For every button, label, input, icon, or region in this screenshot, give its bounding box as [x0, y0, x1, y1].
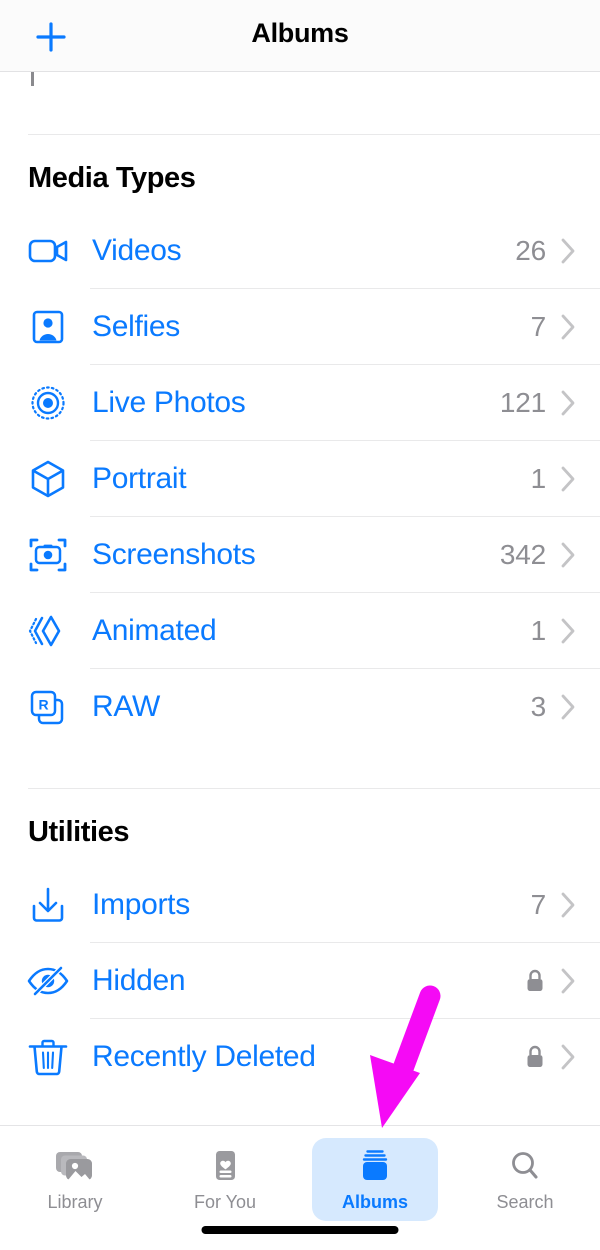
live-photo-icon — [24, 379, 72, 427]
row-accessory: 26 — [515, 235, 600, 267]
tab-inner: Search — [466, 1138, 583, 1221]
row-count: 26 — [515, 234, 546, 266]
chevron-right-icon — [560, 464, 578, 494]
raw-badge-icon: R — [24, 683, 72, 731]
cube-icon — [24, 455, 72, 503]
row-count: 7 — [530, 310, 547, 342]
animated-frames-icon — [24, 607, 72, 655]
row-accessory — [524, 966, 600, 996]
person-portrait-icon — [24, 303, 72, 351]
chevron-right-icon — [560, 540, 578, 570]
row-label: RAW — [92, 689, 160, 723]
row-count: 121 — [499, 386, 546, 418]
chevron-right-icon — [560, 236, 578, 266]
trash-icon — [24, 1033, 72, 1081]
row-animated[interactable]: Animated 1 — [0, 593, 600, 668]
row-count: 7 — [530, 888, 547, 920]
section-header-utilities: Utilities — [28, 816, 130, 848]
chevron-right-icon — [560, 616, 578, 646]
tab-inner: Albums — [311, 1138, 438, 1221]
row-accessory: 1 — [531, 463, 600, 495]
partial-text-remnant — [31, 72, 34, 86]
photo-stack-icon — [54, 1146, 96, 1186]
row-accessory — [524, 1042, 600, 1072]
row-selfies[interactable]: Selfies 7 — [0, 289, 600, 364]
chevron-right-icon — [560, 312, 578, 342]
row-count: 342 — [499, 538, 546, 570]
row-count: 1 — [530, 462, 547, 494]
screenshot-camera-icon — [24, 531, 72, 579]
row-videos[interactable]: Videos 26 — [0, 213, 600, 288]
tab-bar: Library For You Albums Search — [0, 1125, 600, 1250]
page-title: Albums — [251, 18, 349, 48]
row-label: Animated — [92, 613, 217, 647]
tab-label: Library — [47, 1192, 103, 1212]
row-accessory: 7 — [531, 889, 600, 921]
tab-for-you[interactable]: For You — [150, 1126, 300, 1221]
row-label: Videos — [92, 233, 182, 267]
row-screenshots[interactable]: Screenshots 342 — [0, 517, 600, 592]
partial-scrolled-row — [0, 72, 600, 134]
row-label: Screenshots — [92, 537, 256, 571]
tab-albums[interactable]: Albums — [300, 1126, 450, 1221]
row-accessory: 1 — [531, 615, 600, 647]
row-hidden[interactable]: Hidden — [0, 943, 600, 1018]
tab-label: For You — [193, 1192, 257, 1212]
row-count: 3 — [530, 690, 547, 722]
row-portrait[interactable]: Portrait 1 — [0, 441, 600, 516]
heart-card-icon — [204, 1146, 246, 1186]
albums-list[interactable]: Media Types Videos 26 Selfies 7 Live Pho… — [0, 72, 600, 1125]
chevron-right-icon — [560, 388, 578, 418]
chevron-right-icon — [560, 692, 578, 722]
row-count: 1 — [530, 614, 547, 646]
home-indicator — [201, 1226, 399, 1234]
chevron-right-icon — [560, 966, 578, 996]
row-recently-deleted[interactable]: Recently Deleted — [0, 1019, 600, 1094]
tab-library[interactable]: Library — [0, 1126, 150, 1221]
albums-stack-icon — [354, 1146, 396, 1186]
video-camera-icon — [24, 227, 72, 275]
tab-label: Search — [496, 1192, 554, 1212]
lock-icon — [524, 967, 546, 995]
eye-slash-icon — [24, 957, 72, 1005]
row-label: Portrait — [92, 461, 187, 495]
chevron-right-icon — [560, 890, 578, 920]
import-download-icon — [24, 881, 72, 929]
lock-icon — [524, 1043, 546, 1071]
svg-text:R: R — [38, 696, 48, 712]
row-label: Hidden — [92, 963, 186, 997]
tab-search[interactable]: Search — [450, 1126, 600, 1221]
tab-inner: For You — [164, 1138, 286, 1221]
tab-inner: Library — [17, 1138, 132, 1221]
row-raw[interactable]: R RAW 3 — [0, 669, 600, 744]
row-live-photos[interactable]: Live Photos 121 — [0, 365, 600, 440]
row-label: Selfies — [92, 309, 180, 343]
magnifier-icon — [504, 1146, 546, 1186]
navigation-bar: Albums — [0, 0, 600, 72]
row-label: Live Photos — [92, 385, 246, 419]
row-accessory: 342 — [500, 539, 600, 571]
tab-label: Albums — [341, 1192, 408, 1212]
row-accessory: 7 — [531, 311, 600, 343]
row-accessory: 3 — [531, 691, 600, 723]
section-header-media-types: Media Types — [28, 162, 196, 194]
row-label: Recently Deleted — [92, 1039, 316, 1073]
row-imports[interactable]: Imports 7 — [0, 867, 600, 942]
row-accessory: 121 — [500, 387, 600, 419]
row-label: Imports — [92, 887, 190, 921]
chevron-right-icon — [560, 1042, 578, 1072]
